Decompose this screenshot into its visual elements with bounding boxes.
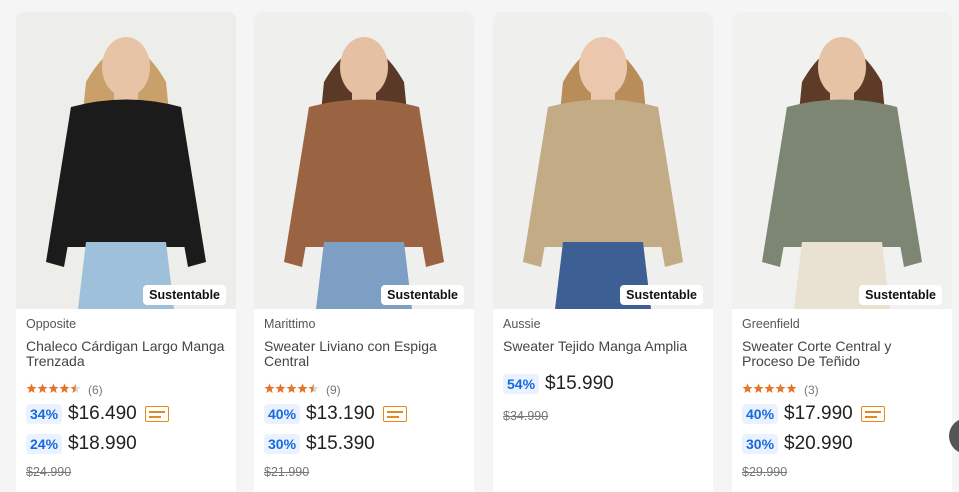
star-icon — [764, 383, 775, 393]
star-icon — [286, 383, 297, 393]
discount-badge: 24% — [26, 434, 63, 454]
star-icon — [297, 383, 308, 393]
price: $17.990 — [784, 403, 853, 424]
price-row: 40% $13.190 — [264, 401, 464, 427]
star-icon — [775, 383, 786, 393]
price-row: 30% $15.390 — [264, 431, 464, 457]
sustainable-badge: Sustentable — [620, 285, 703, 305]
star-icon — [742, 383, 753, 393]
star-icon — [37, 383, 48, 393]
star-icon — [308, 383, 319, 393]
product-image[interactable]: Sustentable — [732, 12, 952, 309]
price: $13.190 — [306, 403, 375, 424]
product-title[interactable]: Sweater Tejido Manga Amplia — [503, 339, 703, 371]
product-brand: Greenfield — [742, 317, 800, 331]
credit-card-icon — [144, 406, 169, 422]
original-price: $34.990 — [503, 409, 549, 423]
star-icon — [264, 383, 275, 393]
face-shape — [340, 37, 388, 97]
rating-stars — [742, 381, 797, 399]
discount-badge: 40% — [742, 404, 779, 424]
price-row: 34% $16.490 — [26, 401, 226, 427]
product-card[interactable]: Sustentable Greenfield Sweater Corte Cen… — [732, 12, 952, 492]
price: $20.990 — [784, 433, 853, 454]
product-brand: Aussie — [503, 317, 541, 331]
price-row: 24% $18.990 — [26, 431, 226, 457]
sustainable-badge: Sustentable — [143, 285, 226, 305]
model-photo — [16, 12, 236, 309]
face-shape — [818, 37, 866, 97]
original-price: $24.990 — [26, 465, 72, 479]
product-brand: Opposite — [26, 317, 77, 331]
price: $18.990 — [68, 433, 137, 454]
price-row: 30% $20.990 — [742, 431, 942, 457]
credit-card-icon — [860, 406, 885, 422]
model-photo — [732, 12, 952, 309]
star-icon — [753, 383, 764, 393]
original-price: $21.990 — [264, 465, 310, 479]
price: $15.990 — [545, 373, 614, 394]
discount-badge: 54% — [503, 374, 540, 394]
product-card[interactable]: Sustentable Opposite Chaleco Cárdigan La… — [16, 12, 236, 492]
review-count: (6) — [88, 383, 103, 397]
star-icon — [275, 383, 286, 393]
review-count: (9) — [326, 383, 341, 397]
star-icon — [26, 383, 37, 393]
sustainable-badge: Sustentable — [381, 285, 464, 305]
product-title[interactable]: Sweater Liviano con Espiga Central — [264, 339, 464, 371]
price: $16.490 — [68, 403, 137, 424]
model-photo — [493, 12, 713, 309]
face-shape — [579, 37, 627, 97]
product-image[interactable]: Sustentable — [16, 12, 236, 309]
credit-card-icon — [382, 406, 407, 422]
sustainable-badge: Sustentable — [859, 285, 942, 305]
product-image[interactable]: Sustentable — [254, 12, 474, 309]
review-count: (3) — [804, 383, 819, 397]
rating-stars — [264, 381, 319, 399]
discount-badge: 40% — [264, 404, 301, 424]
discount-badge: 30% — [264, 434, 301, 454]
face-shape — [102, 37, 150, 97]
product-rating: (6) — [26, 383, 226, 397]
model-photo — [254, 12, 474, 309]
product-rating: (3) — [742, 383, 942, 397]
price-row: 54% $15.990 — [503, 371, 703, 397]
star-icon — [48, 383, 59, 393]
star-icon — [786, 383, 797, 393]
product-rating: (9) — [264, 383, 464, 397]
rating-stars — [26, 381, 81, 399]
price: $15.390 — [306, 433, 375, 454]
star-icon — [70, 383, 81, 393]
product-card[interactable]: Sustentable Marittimo Sweater Liviano co… — [254, 12, 474, 492]
product-card[interactable]: Sustentable Aussie Sweater Tejido Manga … — [493, 12, 713, 492]
product-grid: Sustentable Opposite Chaleco Cárdigan La… — [16, 12, 959, 492]
product-title[interactable]: Sweater Corte Central y Proceso De Teñid… — [742, 339, 942, 371]
discount-badge: 34% — [26, 404, 63, 424]
product-image[interactable]: Sustentable — [493, 12, 713, 309]
price-row: 40% $17.990 — [742, 401, 942, 427]
original-price: $29.990 — [742, 465, 788, 479]
star-icon — [59, 383, 70, 393]
product-title[interactable]: Chaleco Cárdigan Largo Manga Trenzada — [26, 339, 226, 371]
product-brand: Marittimo — [264, 317, 316, 331]
discount-badge: 30% — [742, 434, 779, 454]
